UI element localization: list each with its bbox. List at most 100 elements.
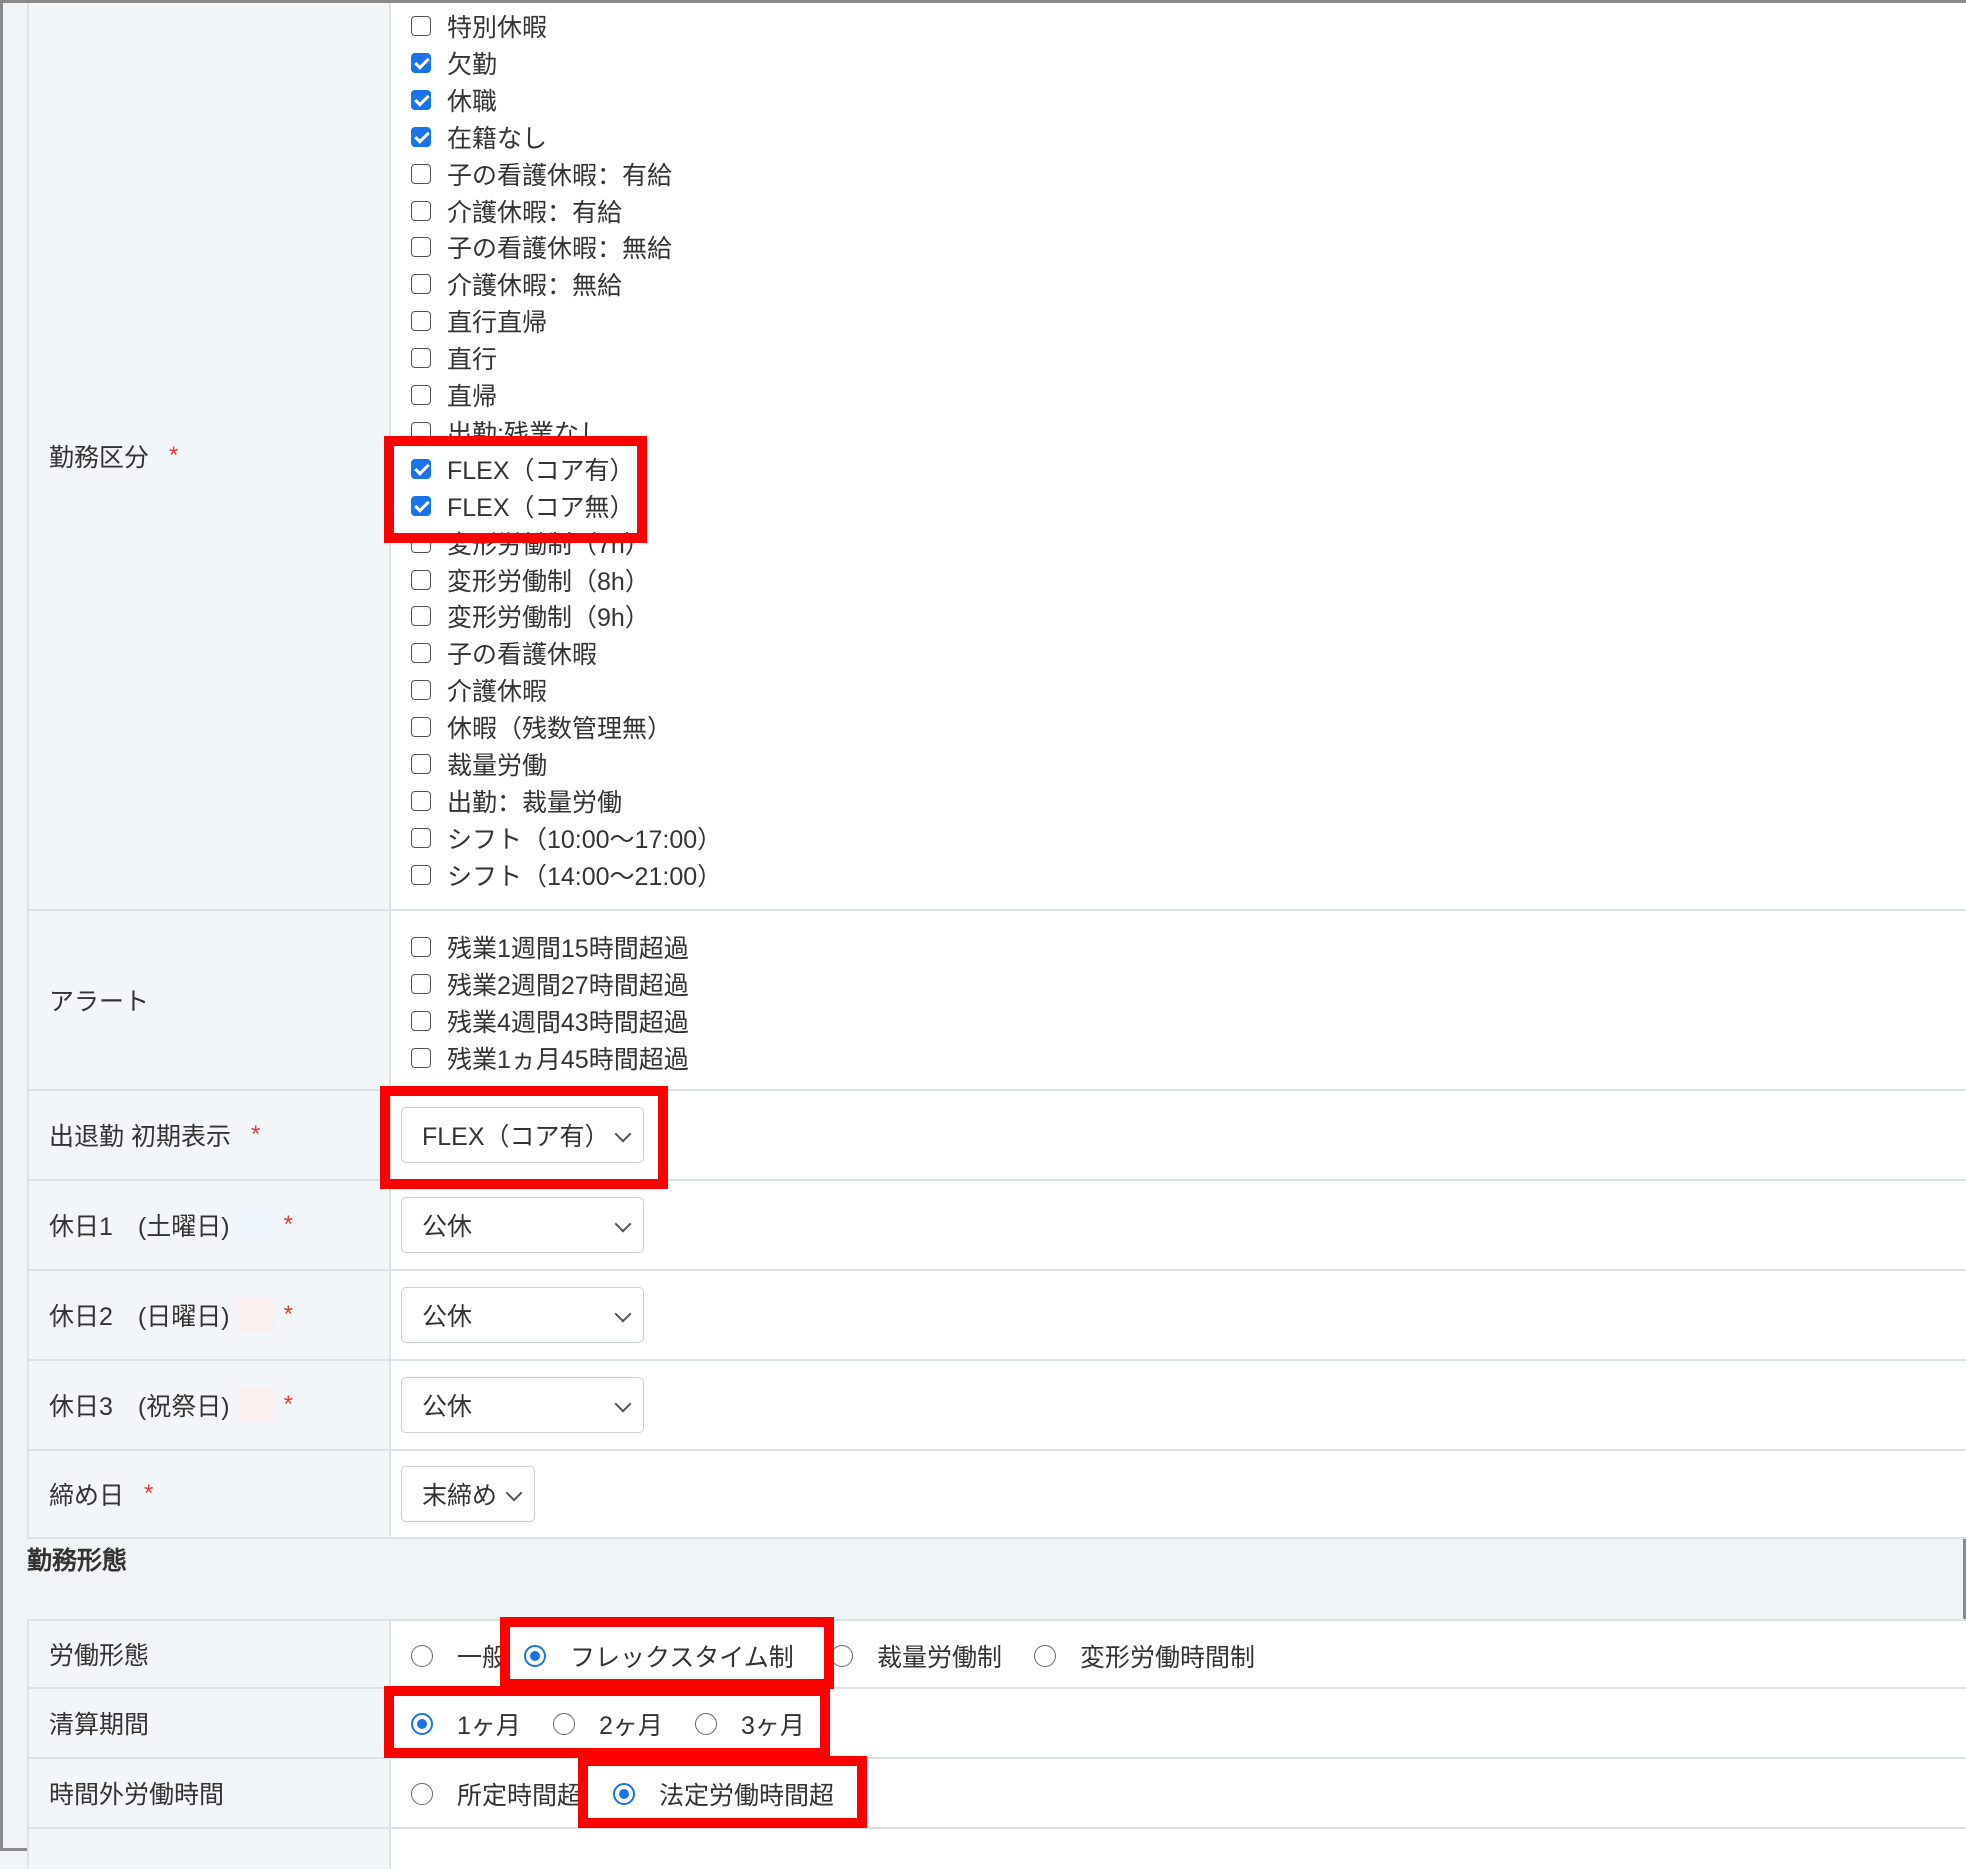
work_category-checkbox-item[interactable]: 欠勤: [411, 48, 497, 79]
checkbox[interactable]: [411, 1047, 431, 1068]
checkbox-label: 変形労働制（9h）: [447, 604, 650, 633]
checkbox[interactable]: [411, 237, 431, 258]
work_category-checkbox-item[interactable]: 裁量労働: [411, 749, 547, 780]
settlement-period-radio-option[interactable]: 3ヶ月: [695, 1708, 805, 1740]
work_category-checkbox-item[interactable]: 子の看護休暇：有給: [411, 159, 672, 190]
checkbox[interactable]: [411, 458, 431, 479]
labor-type-radio-option[interactable]: 裁量労働制: [831, 1640, 1002, 1672]
work_category-checkbox-item[interactable]: 出勤：裁量労働: [411, 786, 622, 817]
checkbox-label: FLEX（コア無）: [447, 493, 635, 522]
checkbox[interactable]: [411, 827, 431, 848]
work_category-checkbox-item[interactable]: 直行: [411, 343, 497, 374]
closing-day-select[interactable]: 末締め: [401, 1466, 535, 1522]
checkbox-label: 介護休暇: [447, 678, 548, 707]
checkbox-label: 変形労働制（8h）: [447, 567, 650, 596]
work_category-checkbox-item[interactable]: 休暇（残数管理無）: [411, 712, 672, 743]
radio-label: 所定時間超: [457, 1782, 583, 1810]
work_category-checkbox-item[interactable]: 変形労働制（9h）: [411, 601, 650, 633]
checkbox[interactable]: [411, 754, 431, 774]
checkbox[interactable]: [411, 973, 431, 994]
work_category-checkbox-item[interactable]: 子の看護休暇：無給: [411, 232, 672, 263]
work_category-checkbox-item[interactable]: 在籍なし: [411, 122, 547, 153]
checkbox[interactable]: [411, 495, 431, 516]
labor-type-radio-option[interactable]: フレックスタイム制: [524, 1640, 794, 1672]
radio-button[interactable]: [524, 1645, 546, 1667]
checkbox[interactable]: [411, 569, 431, 590]
checkbox[interactable]: [411, 717, 431, 738]
work_category-checkbox-item[interactable]: FLEX（コア有）: [411, 454, 635, 485]
labor-type-radio-option[interactable]: 一般: [411, 1640, 507, 1672]
required-mark: *: [283, 1391, 293, 1418]
work_category-checkbox-item[interactable]: 変形労働制（7h）: [411, 528, 650, 559]
checkbox[interactable]: [411, 348, 431, 369]
checkbox[interactable]: [411, 790, 431, 811]
work_category-checkbox-item[interactable]: 出勤:残業なし: [411, 417, 604, 448]
work_category-checkbox-item[interactable]: 変形労働制（8h）: [411, 565, 650, 596]
settlement-period-radio-option[interactable]: 1ヶ月: [411, 1708, 521, 1740]
radio-button[interactable]: [411, 1645, 433, 1667]
radio-button[interactable]: [695, 1713, 717, 1735]
work_category-checkbox-item[interactable]: 直帰: [411, 380, 497, 411]
checkbox[interactable]: [411, 200, 431, 221]
alert-options: 残業1週間15時間超過 残業2週間27時間超過残業4週間43時間超過残業1ヵ月45…: [391, 911, 1966, 1089]
checkbox-label: 残業4週間43時間超過: [447, 1008, 689, 1037]
holiday3-value: 公休: [422, 1393, 473, 1421]
default-attendance-value: FLEX（コア有）: [422, 1123, 610, 1151]
work_category-checkbox-item[interactable]: 直行直帰: [411, 306, 547, 337]
work_category-checkbox-item[interactable]: 介護休暇：有給: [411, 196, 623, 227]
alert-checkbox-item[interactable]: 残業1週間15時間超過: [411, 932, 689, 963]
default-attendance-select[interactable]: FLEX（コア有）: [401, 1107, 644, 1163]
overtime-hours-radio-option[interactable]: 所定時間超: [411, 1778, 582, 1810]
alert-checkbox-item[interactable]: 残業2週間27時間超過: [411, 969, 689, 1000]
checkbox[interactable]: [411, 52, 431, 73]
alert-checkbox-item[interactable]: 残業4週間43時間超過: [411, 1006, 689, 1037]
work_category-checkbox-item[interactable]: 介護休暇：無給: [411, 269, 623, 301]
default-attendance-label-cell: 出退勤 初期表示 *: [29, 1091, 391, 1179]
checkbox[interactable]: [411, 1010, 431, 1031]
radio-button[interactable]: [1034, 1645, 1056, 1667]
radio-label: フレックスタイム制: [570, 1644, 794, 1672]
radio-label: 3ヶ月: [741, 1712, 805, 1740]
checkbox[interactable]: [411, 643, 431, 664]
checkbox[interactable]: [411, 311, 431, 332]
alert-checkbox-item[interactable]: 残業1ヵ月45時間超過: [411, 1043, 689, 1074]
checkbox[interactable]: [411, 16, 431, 36]
checkbox[interactable]: [411, 89, 431, 110]
checkbox-label: 介護休暇：有給: [447, 198, 623, 227]
work_category-checkbox-item[interactable]: 休職: [411, 85, 497, 116]
work_category-checkbox-item[interactable]: シフト（14:00〜21:00）: [411, 860, 722, 891]
checkbox-label: 介護休暇：無給: [447, 272, 623, 301]
checkbox[interactable]: [411, 864, 431, 885]
overtime-hours-radio-option[interactable]: 法定労働時間超: [613, 1778, 834, 1810]
radio-button[interactable]: [553, 1713, 575, 1735]
holiday2-row: 休日2 (日曜日) * 公休: [27, 1271, 1966, 1361]
checkbox[interactable]: [411, 126, 431, 147]
closing-day-content: 末締め: [391, 1451, 1966, 1537]
work_category-checkbox-item[interactable]: FLEX（コア無）: [411, 491, 635, 522]
settlement-period-radio-option[interactable]: 2ヶ月: [553, 1708, 663, 1740]
radio-button[interactable]: [411, 1713, 433, 1735]
labor-type-options: 一般 フレックスタイム制 裁量労働制 変形労働時間制: [391, 1621, 1966, 1687]
holiday2-select[interactable]: 公休: [401, 1287, 644, 1343]
settlement-period-label-cell: 清算期間: [29, 1689, 391, 1757]
radio-label: 変形労働時間制: [1080, 1644, 1256, 1672]
radio-label: 一般: [457, 1644, 508, 1672]
checkbox[interactable]: [411, 606, 431, 627]
radio-button[interactable]: [411, 1783, 433, 1805]
checkbox[interactable]: [411, 937, 431, 957]
checkbox[interactable]: [411, 421, 431, 442]
holiday1-select[interactable]: 公休: [401, 1197, 644, 1253]
work_category-checkbox-item[interactable]: シフト（10:00〜17:00）: [411, 823, 722, 854]
work_category-checkbox-item[interactable]: 介護休暇: [411, 675, 548, 707]
work_category-checkbox-item[interactable]: 子の看護休暇: [411, 638, 597, 669]
checkbox[interactable]: [411, 385, 431, 405]
checkbox[interactable]: [411, 163, 431, 184]
radio-button[interactable]: [831, 1645, 853, 1667]
checkbox[interactable]: [411, 680, 431, 701]
work_category-checkbox-item[interactable]: 特別休暇: [411, 11, 547, 42]
radio-button[interactable]: [613, 1783, 635, 1805]
labor-type-radio-option[interactable]: 変形労働時間制: [1034, 1640, 1255, 1672]
checkbox[interactable]: [411, 274, 431, 295]
checkbox[interactable]: [411, 532, 431, 553]
holiday3-select[interactable]: 公休: [401, 1377, 644, 1433]
